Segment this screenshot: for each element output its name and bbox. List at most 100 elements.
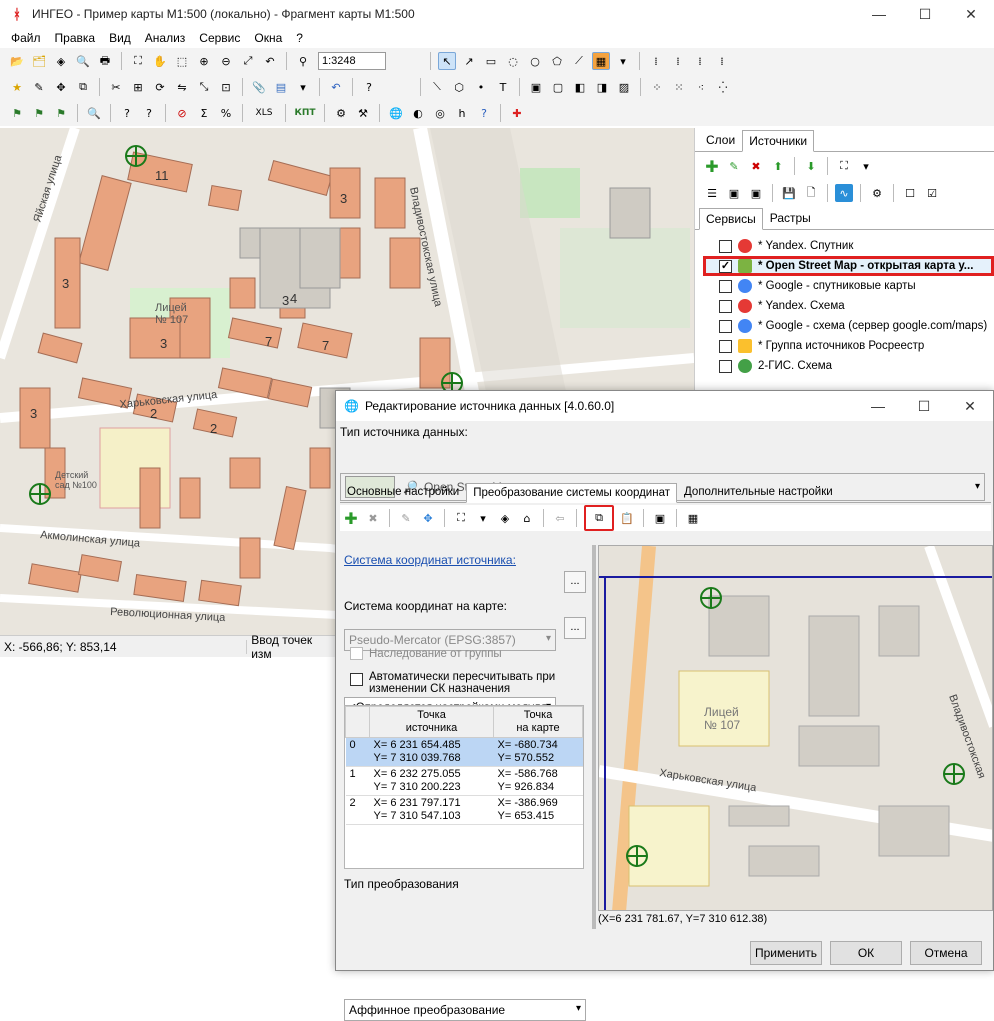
kpt-import-icon[interactable]: КПТ — [293, 104, 317, 122]
new-object-icon[interactable]: ★ — [8, 78, 26, 96]
source-checkbox[interactable] — [719, 279, 732, 293]
move-object-icon[interactable]: ✥ — [52, 78, 70, 96]
percent-icon[interactable]: % — [217, 104, 235, 122]
tab-cs-transform[interactable]: Преобразование системы координат — [466, 483, 677, 503]
list-item[interactable]: 2-ГИС. Схема — [695, 356, 994, 376]
document-icon[interactable]: 🗋 — [802, 184, 820, 202]
mirror-icon[interactable]: ⇋ — [173, 78, 191, 96]
draw-text-icon[interactable]: T — [494, 78, 512, 96]
zoom-out-icon[interactable]: ⊖ — [217, 52, 235, 70]
checkbox-checked-icon[interactable]: ☑ — [923, 184, 941, 202]
auto-recalc-checkbox[interactable] — [350, 673, 363, 686]
source-checkbox[interactable] — [719, 359, 732, 373]
copy-icon[interactable]: ⧉ — [584, 505, 614, 531]
tab-basic-settings[interactable]: Основные настройки — [340, 482, 466, 502]
scale-object-icon[interactable]: ⤡ — [195, 78, 213, 96]
open-folder-icon[interactable]: 📂 — [8, 52, 26, 70]
source-checkbox[interactable] — [719, 339, 732, 353]
measure-icon[interactable]: ⚑ — [8, 104, 26, 122]
xls-export-icon[interactable]: XLS — [250, 104, 278, 122]
list-icon[interactable]: ☰ — [703, 184, 721, 202]
cancel-button[interactable]: Отмена — [910, 941, 982, 965]
zoom-area-icon[interactable]: ⬚ — [173, 52, 191, 70]
vertex-move-icon[interactable]: ⁛ — [714, 78, 732, 96]
vertex-del-icon[interactable]: ⁖ — [692, 78, 710, 96]
menu-view[interactable]: Вид — [102, 31, 138, 45]
source-checkbox[interactable] — [719, 319, 732, 333]
list-item[interactable]: * Группа источников Росреестр — [695, 336, 994, 356]
query-icon[interactable]: ? — [118, 104, 136, 122]
draw-line-icon[interactable]: ⟍ — [428, 78, 446, 96]
document-search-icon[interactable]: 🔍 — [74, 52, 92, 70]
menu-windows[interactable]: Окна — [247, 31, 289, 45]
select-arrow-icon[interactable]: ↖ — [438, 52, 456, 70]
source-cs-ellipsis-button[interactable]: ... — [564, 571, 586, 593]
zoom-prev-icon[interactable]: ↶ — [261, 52, 279, 70]
back-arrow-icon[interactable]: ⇦ — [551, 509, 569, 527]
tab-sources[interactable]: Источники — [742, 130, 815, 152]
zoom-extent-icon[interactable]: ⛶ — [129, 52, 147, 70]
delete-point-icon[interactable]: ✖ — [364, 509, 382, 527]
align-icon[interactable]: ⊡ — [217, 78, 235, 96]
move-down-icon[interactable]: ⬇ — [802, 157, 820, 175]
plugin-icon[interactable]: ✚ — [508, 104, 526, 122]
draw-point-icon[interactable]: • — [472, 78, 490, 96]
select-line-icon[interactable]: ⟋ — [570, 52, 588, 70]
preview-map[interactable]: Лицей № 107 Харьковская улица Владивосток… — [598, 545, 993, 911]
fill-style-icon[interactable]: ▦ — [592, 52, 610, 70]
vertex-add-icon[interactable]: ⁙ — [670, 78, 688, 96]
tab-rasters[interactable]: Растры — [763, 207, 818, 229]
table-grid-icon[interactable]: ▦ — [684, 509, 702, 527]
maximize-button[interactable]: ☐ — [902, 0, 948, 28]
group-icon[interactable]: ▣ — [527, 78, 545, 96]
grid-select-3-icon[interactable]: ⁞ — [691, 52, 709, 70]
source-checkbox[interactable]: ✓ — [719, 259, 732, 273]
list-item[interactable]: * Google - схема (сервер google.com/maps… — [695, 316, 994, 336]
close-button[interactable]: ✕ — [948, 0, 994, 28]
list-item[interactable]: * Google - спутниковые карты — [695, 276, 994, 296]
delete-icon[interactable]: ✖ — [747, 157, 765, 175]
add-point-icon[interactable]: ✚ — [342, 509, 360, 528]
pan-hand-icon[interactable]: ✋ — [151, 52, 169, 70]
raster-2-icon[interactable]: ▣ — [747, 184, 765, 202]
no-entry-icon[interactable]: ⊘ — [173, 104, 191, 122]
select-point-icon[interactable]: ↗ — [460, 52, 478, 70]
merge-icon[interactable]: ⊞ — [129, 78, 147, 96]
print-icon[interactable]: 🖶 — [96, 52, 114, 70]
tab-additional-settings[interactable]: Дополнительные настройки — [677, 482, 840, 502]
list-item-selected[interactable]: ✓ * Open Street Map - открытая карта у... — [703, 256, 994, 276]
chevron-down-icon[interactable]: ▾ — [614, 52, 632, 70]
menu-file[interactable]: Файл — [4, 31, 48, 45]
network-icon[interactable]: ⚙ — [332, 104, 350, 122]
draw-poly-icon[interactable]: ⬡ — [450, 78, 468, 96]
splitter[interactable] — [592, 545, 596, 929]
grid-select-icon[interactable]: ⁞ — [647, 52, 665, 70]
edit-object-icon[interactable]: ✎ — [30, 78, 48, 96]
edit-pencil-icon[interactable]: ✎ — [725, 157, 743, 175]
menu-help[interactable]: ? — [289, 31, 310, 45]
move-point-icon[interactable]: ✥ — [419, 509, 437, 527]
rotate-icon[interactable]: ⟳ — [151, 78, 169, 96]
height-icon[interactable]: h — [453, 104, 471, 122]
layers-icon[interactable]: ◈ — [52, 52, 70, 70]
split-map-icon[interactable]: ◐ — [409, 104, 427, 122]
map-cs-ellipsis-button[interactable]: ... — [564, 617, 586, 639]
chevron-down-2-icon[interactable]: ▾ — [294, 78, 312, 96]
query-2-icon[interactable]: ? — [140, 104, 158, 122]
apply-button[interactable]: Применить — [750, 941, 822, 965]
help-icon[interactable]: ? — [475, 104, 493, 122]
menu-edit[interactable]: Правка — [48, 31, 103, 45]
home-icon[interactable]: ⌂ — [518, 509, 536, 527]
dialog-maximize-button[interactable]: ☐ — [901, 391, 947, 421]
add-icon[interactable]: ✚ — [703, 157, 721, 176]
tab-layers[interactable]: Слои — [699, 129, 742, 151]
table-row[interactable]: 2 X= 6 231 797.171 Y= 7 310 547.103 X= -3… — [345, 795, 583, 825]
save-icon[interactable]: 💾 — [780, 184, 798, 202]
table-row[interactable]: 0 X= 6 231 654.485 Y= 7 310 039.768 X= -6… — [345, 737, 583, 767]
tab-services[interactable]: Сервисы — [699, 208, 763, 230]
vertex-edit-icon[interactable]: ⁘ — [648, 78, 666, 96]
select-rect-icon[interactable]: ▭ — [482, 52, 500, 70]
list-item[interactable]: * Yandex. Схема — [695, 296, 994, 316]
menu-service[interactable]: Сервис — [192, 31, 247, 45]
checkbox-empty-icon[interactable]: ☐ — [901, 184, 919, 202]
